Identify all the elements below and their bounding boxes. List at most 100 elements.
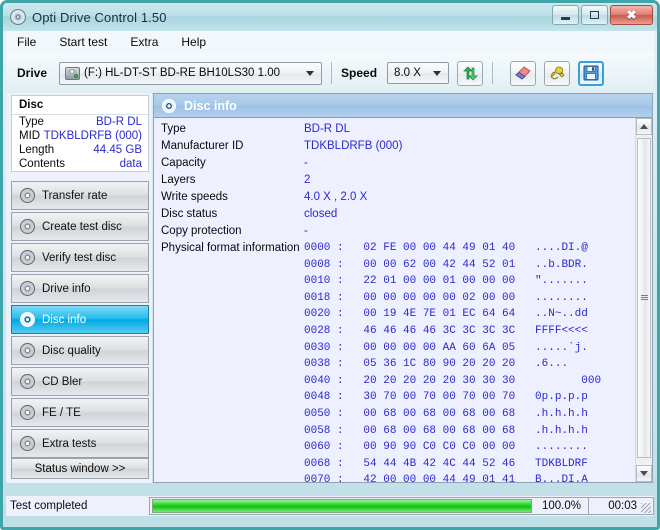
maximize-button[interactable] — [581, 5, 608, 25]
disc-summary-value: BD-R DL — [95, 116, 142, 128]
toolbar-separator — [331, 62, 333, 84]
info-row-physical-format: Physical format information — [154, 240, 635, 257]
minimize-button[interactable] — [552, 5, 579, 25]
sidebar-item-label: CD Bler — [42, 375, 83, 388]
title-bar: Opti Drive Control 1.50 ✖ — [3, 3, 657, 31]
sidebar-item-label: Drive info — [42, 282, 91, 295]
menu-item-file[interactable]: File — [14, 33, 39, 51]
drive-select-value: (F:) HL-DT-ST BD-RE BH10LS30 1.00 — [84, 67, 281, 79]
drive-select[interactable]: (F:) HL-DT-ST BD-RE BH10LS30 1.00 — [59, 61, 323, 85]
info-row: Manufacturer ID TDKBLDRFB (000) — [154, 138, 635, 155]
app-disc-icon — [10, 9, 26, 25]
resize-grip-icon[interactable] — [641, 503, 651, 513]
sidebar-item-drive-info[interactable]: Drive info — [11, 274, 149, 303]
info-value: - — [304, 225, 308, 237]
disc-summary-key: Contents — [19, 158, 66, 170]
sidebar-item-cd-bler[interactable]: CD Bler — [11, 367, 149, 396]
status-window-button[interactable]: Status window >> — [11, 458, 149, 479]
elapsed-time: 00:03 — [608, 500, 637, 512]
info-key: Physical format information — [161, 242, 300, 254]
panel-title: Disc info — [184, 98, 237, 113]
info-key: Disc status — [161, 208, 218, 220]
info-row: Type BD-R DL — [154, 121, 635, 138]
hex-line: 0038 : 05 36 1C 80 90 20 20 20 .6... — [304, 358, 569, 371]
disc-summary-value: TDKBLDRFB (000) — [43, 130, 142, 142]
disc-summary-key: Type — [19, 116, 44, 128]
disc-extra-icon — [20, 436, 35, 451]
hex-line: 0028 : 46 46 46 46 3C 3C 3C 3C FFFF<<<< — [304, 324, 588, 337]
wrench-icon — [550, 66, 565, 80]
info-value: 4.0 X , 2.0 X — [304, 191, 368, 203]
disc-summary-title: Disc — [12, 96, 148, 115]
hex-line: 0020 : 00 19 4E 7E 01 EC 64 64 ..N~..dd — [304, 308, 588, 321]
disc-fete-icon — [20, 405, 35, 420]
physical-format-hexdump: 0000 : 02 FE 00 00 44 49 01 40 ....DI.@ … — [154, 240, 635, 482]
disc-speed-icon — [20, 188, 35, 203]
disc-info-panel: Disc info Type BD-R DL Manufacturer ID T… — [153, 93, 653, 483]
sidebar-item-disc-quality[interactable]: Disc quality — [11, 336, 149, 365]
scroll-down-button[interactable] — [636, 465, 652, 482]
chevron-down-icon — [306, 71, 315, 76]
hex-line: 0008 : 00 00 62 00 42 44 52 01 ..b.BDR. — [304, 258, 588, 271]
close-button[interactable]: ✖ — [610, 5, 653, 25]
chevron-up-icon — [640, 124, 648, 129]
save-floppy-icon — [583, 65, 599, 81]
hex-line: 0058 : 00 68 00 68 00 68 00 68 .h.h.h.h — [304, 424, 588, 437]
sidebar-item-label: Transfer rate — [42, 189, 108, 202]
window-title: Opti Drive Control 1.50 — [32, 9, 167, 25]
sidebar-item-label: Disc quality — [42, 344, 101, 357]
info-value: closed — [304, 208, 338, 220]
tools-button[interactable] — [544, 60, 571, 86]
info-value: 2 — [304, 174, 311, 186]
sidebar-item-label: Disc info — [42, 313, 87, 326]
disc-bler-icon — [20, 374, 35, 389]
sidebar-item-verify-test-disc[interactable]: Verify test disc — [11, 243, 149, 272]
disc-summary-value: data — [119, 158, 142, 170]
info-key: Type — [161, 123, 186, 135]
menu-item-help[interactable]: Help — [178, 33, 209, 51]
scrollbar-thumb[interactable] — [637, 138, 651, 458]
scroll-up-button[interactable] — [636, 118, 652, 135]
vertical-scrollbar[interactable] — [635, 118, 652, 482]
info-row: Layers 2 — [154, 172, 635, 189]
disc-drive-icon — [20, 281, 35, 296]
info-value: BD-R DL — [304, 123, 351, 135]
info-row: Write speeds 4.0 X , 2.0 X — [154, 189, 635, 206]
save-button[interactable] — [578, 60, 605, 86]
menu-item-start-test[interactable]: Start test — [56, 33, 110, 51]
sidebar-item-label: Verify test disc — [42, 251, 117, 264]
sidebar-item-fe-te[interactable]: FE / TE — [11, 398, 149, 427]
panel-body: Type BD-R DL Manufacturer ID TDKBLDRFB (… — [154, 118, 652, 482]
status-line: Test completed 100.0% 00:03 — [6, 496, 654, 516]
info-value: TDKBLDRFB (000) — [304, 140, 403, 152]
status-message: Test completed — [10, 500, 88, 512]
refresh-arrows-icon — [462, 66, 478, 80]
close-icon: ✖ — [626, 8, 637, 22]
eraser-icon — [515, 66, 531, 80]
disc-quality-icon — [20, 343, 35, 358]
info-key: Write speeds — [161, 191, 228, 203]
disc-summary-row: Type BD-R DL — [12, 115, 148, 129]
disc-check-icon — [20, 250, 35, 265]
sidebar-item-disc-info[interactable]: Disc info — [11, 305, 149, 334]
sidebar-item-extra-tests[interactable]: Extra tests — [11, 429, 149, 458]
sidebar-item-create-test-disc[interactable]: Create test disc — [11, 212, 149, 241]
info-key: Capacity — [161, 157, 206, 169]
scrollbar-grip-icon — [640, 295, 648, 301]
hex-line: 0050 : 00 68 00 68 00 68 00 68 .h.h.h.h — [304, 407, 588, 420]
hex-line: 0048 : 30 70 00 70 00 70 00 70 0p.p.p.p — [304, 391, 588, 404]
info-value: - — [304, 157, 308, 169]
info-row: Capacity - — [154, 155, 635, 172]
refresh-button[interactable] — [457, 60, 484, 86]
left-column: Disc Type BD-R DL MID TDKBLDRFB (000) Le… — [6, 93, 152, 483]
sidebar-item-transfer-rate[interactable]: Transfer rate — [11, 181, 149, 210]
menu-bar: File Start test Extra Help — [6, 31, 654, 54]
disc-summary-panel: Disc Type BD-R DL MID TDKBLDRFB (000) Le… — [11, 95, 149, 172]
speed-select[interactable]: 8.0 X — [387, 62, 450, 84]
toolbar-separator — [492, 62, 494, 84]
sidebar-nav: Transfer rate Create test disc Verify te… — [11, 181, 149, 458]
info-row: Disc status closed — [154, 206, 635, 223]
menu-item-extra[interactable]: Extra — [127, 33, 161, 51]
erase-button[interactable] — [510, 60, 537, 86]
disc-summary-row: MID TDKBLDRFB (000) — [12, 129, 148, 143]
